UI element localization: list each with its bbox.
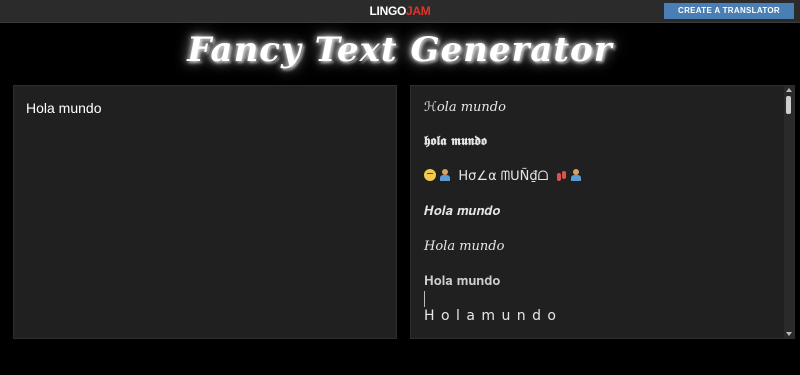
output-item-emoji[interactable]: Hσ∠α ᗰᑌÑ₫ᗝ — [424, 169, 581, 184]
output-item-bold-italic[interactable]: 𝑯𝒐𝒍𝒂 𝒎𝒖𝒏𝒅𝒐 — [424, 204, 500, 219]
create-translator-button[interactable]: CREATE A TRANSLATOR — [664, 3, 794, 19]
scroll-down-icon[interactable] — [786, 332, 792, 336]
page-title: Fancy Text Generator — [187, 30, 613, 70]
scroll-thumb[interactable] — [786, 96, 791, 114]
emoji-footprints-icon — [556, 171, 567, 181]
top-bar: LINGOJAM CREATE A TRANSLATOR — [0, 0, 800, 23]
output-item-italic[interactable]: 𝐻𝑜𝑙𝑎 𝑚𝑢𝑛𝑑𝑜 — [424, 239, 504, 254]
output-scrollbar[interactable] — [784, 86, 794, 338]
text-cursor — [424, 291, 425, 307]
scroll-up-icon[interactable] — [786, 88, 792, 92]
input-panel — [13, 85, 397, 339]
lingojam-logo[interactable]: LINGOJAM — [370, 4, 431, 18]
logo-jam: JAM — [406, 4, 431, 18]
output-item-bold[interactable]: 𝐇𝐨𝐥𝐚 𝐦𝐮𝐧𝐝𝐨 — [424, 274, 500, 289]
emoji-person-icon-2 — [570, 169, 581, 181]
output-emoji-text: Hσ∠α ᗰᑌÑ₫ᗝ — [458, 169, 549, 184]
output-item-script[interactable]: ℋ𝑜𝑙𝑎 𝑚𝑢𝑛𝑑𝑜 — [424, 100, 506, 115]
emoji-face-icon — [424, 169, 436, 181]
output-item-fraktur[interactable]: 𝖍𝖔𝖑𝖆 𝖒𝖚𝖓𝖉𝖔 — [424, 134, 487, 149]
output-item-spaced[interactable]: H o l a m u n d o — [424, 308, 557, 324]
source-text-input[interactable] — [26, 100, 376, 320]
emoji-person-icon — [440, 169, 451, 181]
logo-lingo: LINGO — [369, 4, 407, 18]
output-panel[interactable]: ℋ𝑜𝑙𝑎 𝑚𝑢𝑛𝑑𝑜 𝖍𝖔𝖑𝖆 𝖒𝖚𝖓𝖉𝖔 Hσ∠α ᗰᑌÑ₫ᗝ 𝑯𝒐𝒍𝒂 𝒎𝒖… — [410, 85, 795, 339]
